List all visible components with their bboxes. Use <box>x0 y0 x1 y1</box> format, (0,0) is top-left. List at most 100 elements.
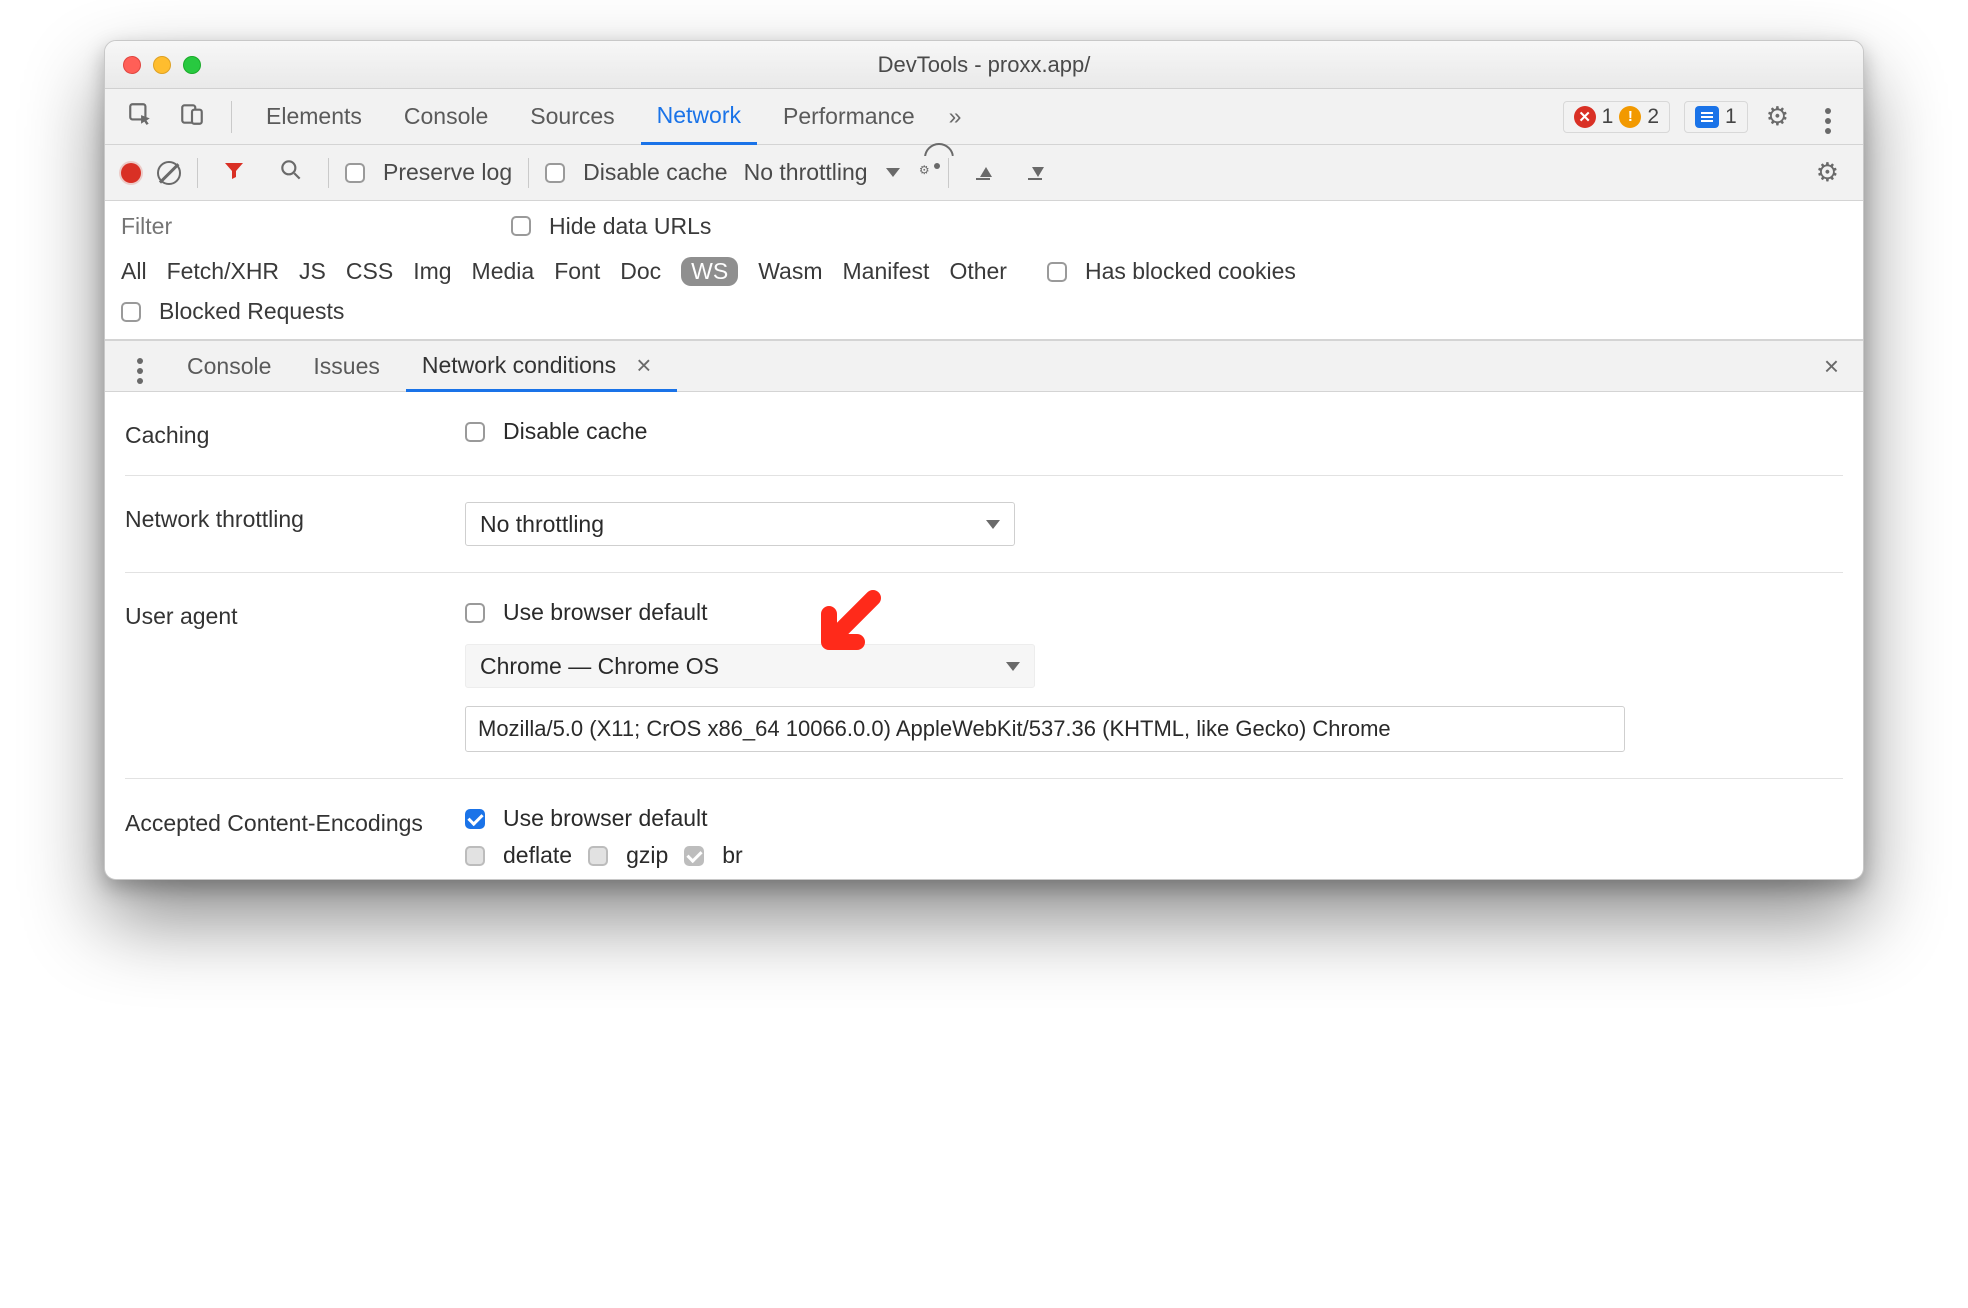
blocked-requests-checkbox[interactable]: Blocked Requests <box>121 298 344 325</box>
enc-gzip-label: gzip <box>626 842 668 869</box>
caching-label: Caching <box>125 418 455 449</box>
network-conditions-icon[interactable]: ⚙ <box>916 169 932 177</box>
chevron-down-icon <box>1006 662 1020 671</box>
type-manifest[interactable]: Manifest <box>843 258 930 285</box>
search-icon[interactable] <box>270 153 312 193</box>
drawer-tab-issues[interactable]: Issues <box>297 341 395 391</box>
encodings-label: Accepted Content-Encodings <box>125 805 455 838</box>
error-count: 1 <box>1602 105 1614 129</box>
tab-label: Elements <box>266 103 362 130</box>
drawer-tabstrip: Console Issues Network conditions × × <box>105 340 1863 392</box>
enc-deflate-checkbox: deflate <box>465 842 572 869</box>
throttling-label: Network throttling <box>125 502 455 533</box>
devtools-window: DevTools - proxx.app/ Elements Console S… <box>104 40 1864 880</box>
import-har-icon[interactable] <box>965 155 1001 190</box>
tab-performance[interactable]: Performance <box>767 89 931 144</box>
close-tab-icon[interactable]: × <box>626 350 661 381</box>
type-ws[interactable]: WS <box>681 257 738 286</box>
chevron-down-icon <box>986 520 1000 529</box>
inspect-element-icon[interactable] <box>119 97 161 137</box>
ua-select[interactable]: Chrome — Chrome OS <box>465 644 1035 688</box>
type-other[interactable]: Other <box>949 258 1007 285</box>
ua-select-value: Chrome — Chrome OS <box>480 653 719 680</box>
tab-label: Network conditions <box>422 352 616 379</box>
tab-label: Sources <box>530 103 614 130</box>
window-title: DevTools - proxx.app/ <box>105 52 1863 78</box>
enc-use-default-checkbox[interactable]: Use browser default <box>465 805 708 832</box>
row-content-encodings: Accepted Content-Encodings Use browser d… <box>125 779 1843 879</box>
caching-disable-checkbox[interactable]: Disable cache <box>465 418 647 445</box>
divider <box>231 101 232 133</box>
disable-cache-label: Disable cache <box>583 159 727 186</box>
drawer-kebab-icon[interactable] <box>119 349 161 384</box>
user-agent-label: User agent <box>125 599 455 630</box>
tab-label: Network <box>657 102 741 129</box>
warning-count: 2 <box>1647 105 1659 129</box>
disable-cache-checkbox[interactable]: Disable cache <box>545 159 727 186</box>
type-font[interactable]: Font <box>554 258 600 285</box>
type-css[interactable]: CSS <box>346 258 393 285</box>
enc-br-label: br <box>722 842 742 869</box>
error-warning-badge[interactable]: ✕ 1 ! 2 <box>1563 101 1670 133</box>
network-toolbar: Preserve log Disable cache No throttling… <box>105 145 1863 201</box>
row-throttling: Network throttling No throttling <box>125 476 1843 573</box>
type-all[interactable]: All <box>121 258 147 285</box>
tab-console[interactable]: Console <box>388 89 504 144</box>
tab-label: Console <box>404 103 488 130</box>
filter-input[interactable] <box>121 209 481 243</box>
hide-data-urls-checkbox[interactable]: Hide data URLs <box>511 213 711 240</box>
blocked-requests-label: Blocked Requests <box>159 298 344 325</box>
device-toolbar-icon[interactable] <box>171 97 213 137</box>
export-har-icon[interactable] <box>1017 155 1053 190</box>
message-count: 1 <box>1725 105 1737 129</box>
more-tabs-button[interactable]: » <box>941 99 970 134</box>
enc-gzip-checkbox: gzip <box>588 842 668 869</box>
ua-use-default-checkbox[interactable]: Use browser default <box>465 599 708 626</box>
throttling-select-value: No throttling <box>480 511 604 538</box>
tab-label: Performance <box>783 103 915 130</box>
close-drawer-icon[interactable]: × <box>1814 351 1849 382</box>
preserve-log-checkbox[interactable]: Preserve log <box>345 159 512 186</box>
record-button[interactable] <box>121 163 141 183</box>
filter-bar: Hide data URLs All Fetch/XHR JS CSS Img … <box>105 201 1863 340</box>
network-conditions-panel: Caching Disable cache Network throttling… <box>105 392 1863 879</box>
message-icon <box>1695 106 1719 128</box>
type-img[interactable]: Img <box>413 258 451 285</box>
enc-br-checkbox: br <box>684 842 742 869</box>
preserve-log-label: Preserve log <box>383 159 512 186</box>
resource-type-filters: All Fetch/XHR JS CSS Img Media Font Doc … <box>121 243 1847 298</box>
chevron-down-icon <box>886 168 900 177</box>
enc-use-default-label: Use browser default <box>503 805 708 832</box>
clear-button[interactable] <box>157 161 181 185</box>
titlebar: DevTools - proxx.app/ <box>105 41 1863 89</box>
drawer-tab-console[interactable]: Console <box>171 341 287 391</box>
type-fetchxhr[interactable]: Fetch/XHR <box>167 258 279 285</box>
hide-data-urls-label: Hide data URLs <box>549 213 711 240</box>
type-doc[interactable]: Doc <box>620 258 661 285</box>
network-settings-icon[interactable] <box>1808 153 1847 192</box>
throttling-dropdown[interactable]: No throttling <box>744 159 900 186</box>
row-caching: Caching Disable cache <box>125 392 1843 476</box>
drawer-tab-network-conditions[interactable]: Network conditions × <box>406 342 678 392</box>
has-blocked-cookies-checkbox[interactable]: Has blocked cookies <box>1047 258 1296 285</box>
type-js[interactable]: JS <box>299 258 326 285</box>
kebab-menu-icon[interactable] <box>1807 99 1849 134</box>
warning-icon: ! <box>1619 106 1641 128</box>
throttling-select[interactable]: No throttling <box>465 502 1015 546</box>
annotation-arrow-icon <box>805 586 885 672</box>
type-wasm[interactable]: Wasm <box>758 258 822 285</box>
filter-toggle-icon[interactable] <box>214 154 254 192</box>
main-tabstrip: Elements Console Sources Network Perform… <box>105 89 1863 145</box>
tab-elements[interactable]: Elements <box>250 89 378 144</box>
settings-icon[interactable] <box>1758 97 1797 136</box>
tab-network[interactable]: Network <box>641 90 757 145</box>
tab-label: Console <box>187 353 271 380</box>
ua-use-default-label: Use browser default <box>503 599 708 626</box>
has-blocked-cookies-label: Has blocked cookies <box>1085 258 1296 285</box>
type-media[interactable]: Media <box>472 258 535 285</box>
tab-sources[interactable]: Sources <box>514 89 630 144</box>
ua-string-input[interactable] <box>465 706 1625 752</box>
error-icon: ✕ <box>1574 106 1596 128</box>
tab-label: Issues <box>313 353 379 380</box>
messages-badge[interactable]: 1 <box>1684 101 1748 133</box>
